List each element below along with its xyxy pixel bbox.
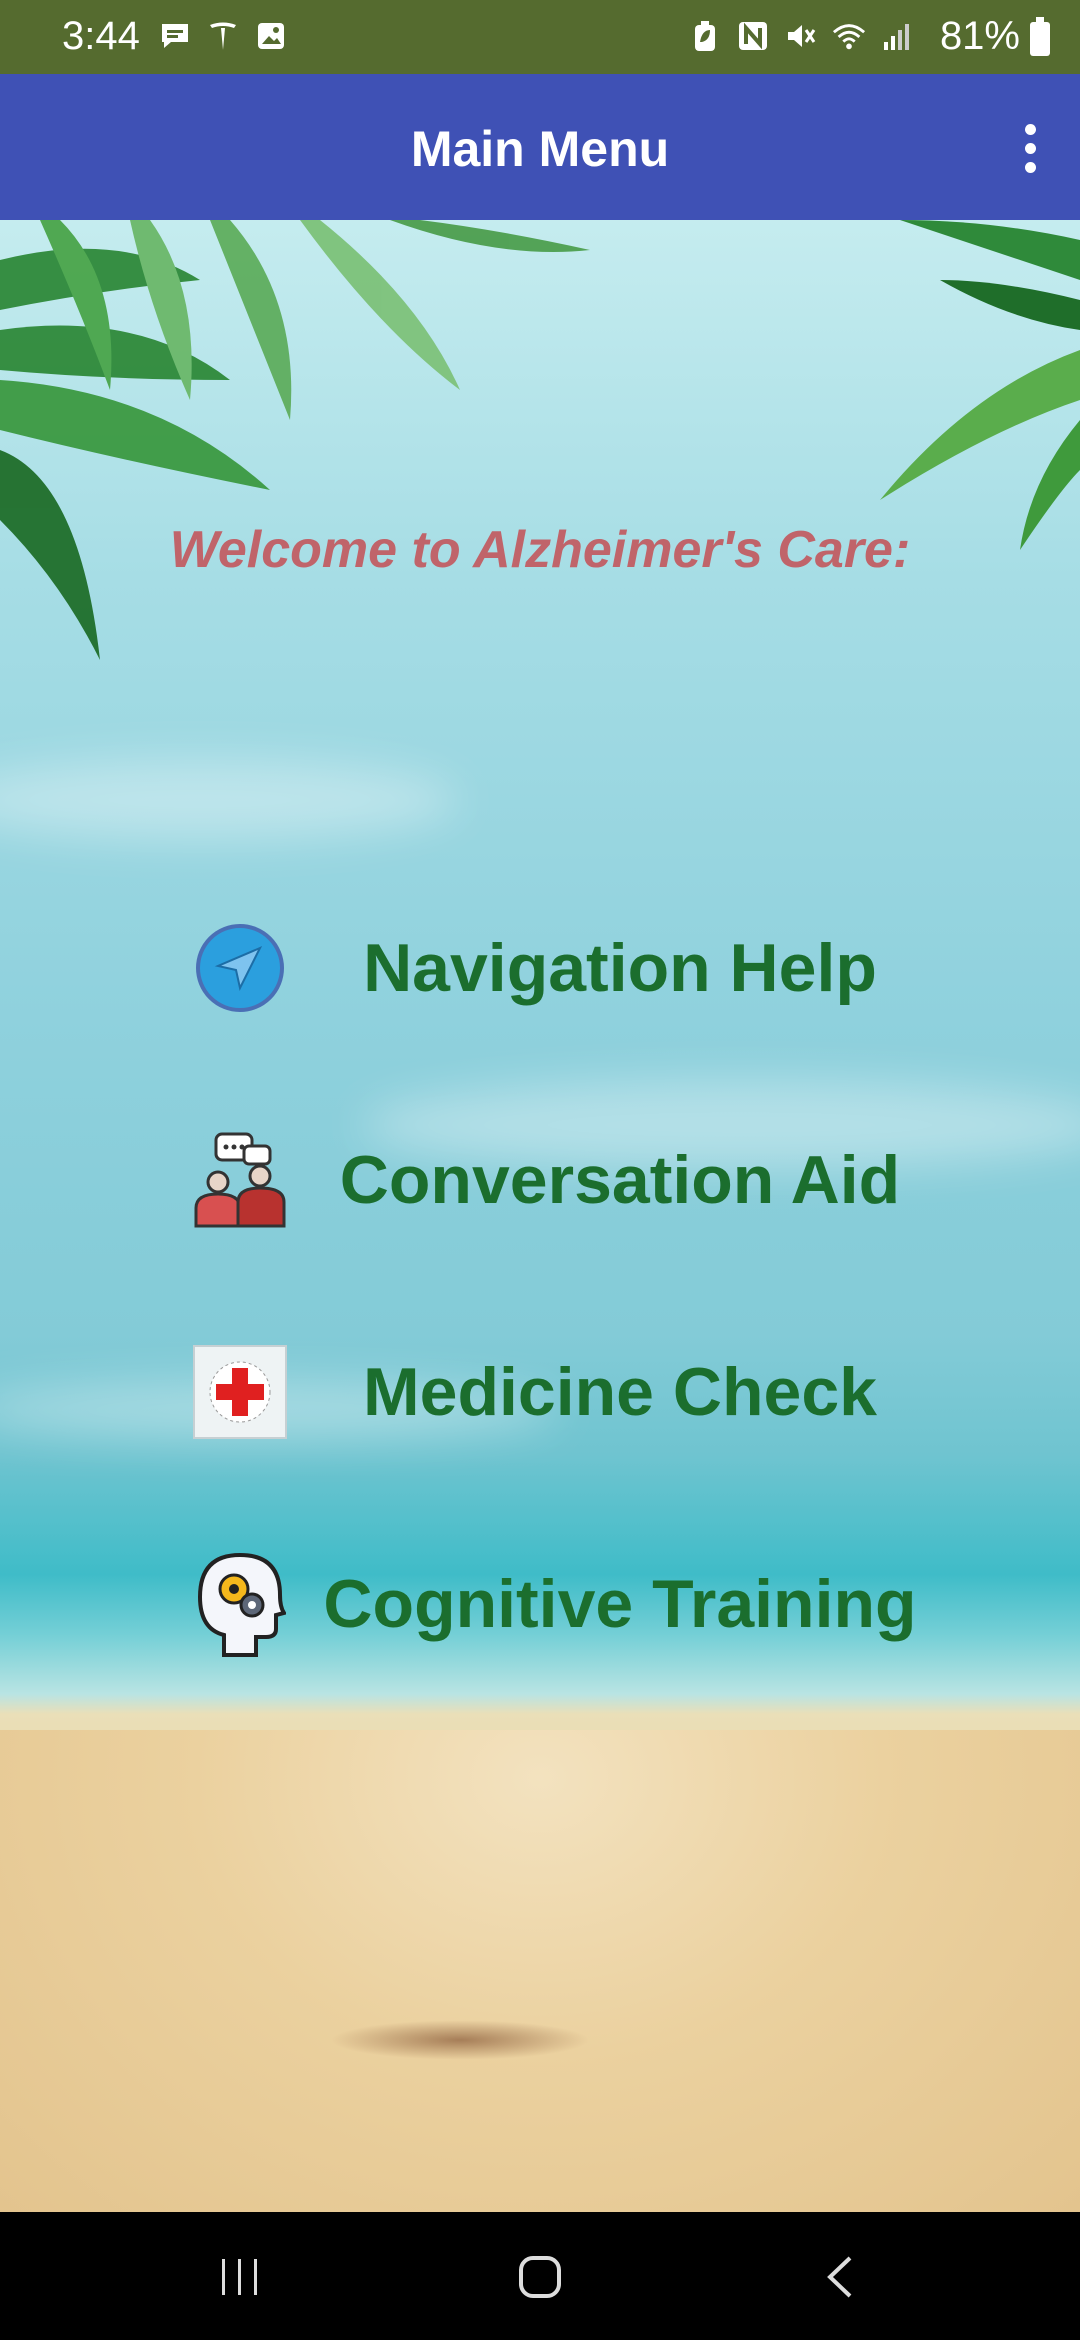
tesla-icon bbox=[206, 18, 240, 54]
conversation-icon[interactable] bbox=[190, 1130, 290, 1230]
menu-item-medicine-check[interactable]: Medicine Check bbox=[190, 1332, 950, 1452]
battery-percent: 81% bbox=[939, 14, 1020, 58]
signal-icon bbox=[880, 18, 914, 54]
system-nav-bar bbox=[0, 2212, 1080, 2340]
palm-leaves-left bbox=[0, 220, 590, 660]
mute-icon bbox=[784, 18, 818, 54]
wifi-icon bbox=[832, 18, 866, 54]
image-icon bbox=[254, 18, 288, 54]
navigation-icon[interactable] bbox=[190, 918, 290, 1018]
recent-apps-icon[interactable] bbox=[200, 2242, 280, 2312]
medical-cross-icon[interactable] bbox=[190, 1342, 290, 1442]
chat-icon bbox=[158, 18, 192, 54]
home-icon[interactable] bbox=[500, 2242, 580, 2312]
welcome-text: Welcome to Alzheimer's Care: bbox=[169, 521, 911, 579]
menu-label[interactable]: Cognitive Training bbox=[290, 1565, 950, 1643]
menu-item-navigation-help[interactable]: Navigation Help bbox=[190, 908, 950, 1028]
menu-item-conversation-aid[interactable]: Conversation Aid bbox=[190, 1120, 950, 1240]
menu-label[interactable]: Conversation Aid bbox=[290, 1141, 950, 1219]
menu-label[interactable]: Navigation Help bbox=[290, 929, 950, 1007]
palm-leaves-right bbox=[880, 220, 1080, 550]
menu-item-cognitive-training[interactable]: Cognitive Training bbox=[190, 1544, 950, 1664]
brain-gear-icon[interactable] bbox=[190, 1552, 290, 1657]
app-bar: Main Menu bbox=[0, 74, 1080, 220]
more-vert-icon[interactable] bbox=[1000, 108, 1060, 188]
back-icon[interactable] bbox=[800, 2242, 880, 2312]
status-bar: 3:44 81% bbox=[0, 0, 1080, 74]
nfc-icon bbox=[736, 18, 770, 54]
battery-saver-icon bbox=[688, 18, 722, 54]
status-time: 3:44 bbox=[62, 14, 140, 58]
battery-icon bbox=[1030, 17, 1050, 56]
menu-label[interactable]: Medicine Check bbox=[290, 1353, 950, 1431]
page-title: Main Menu bbox=[410, 121, 670, 177]
